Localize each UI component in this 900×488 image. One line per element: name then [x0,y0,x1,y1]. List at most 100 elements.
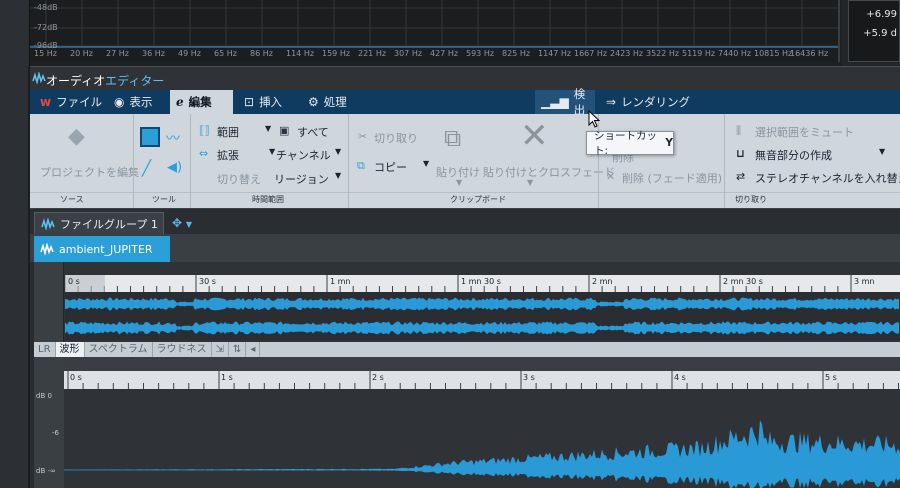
sync-icon[interactable]: ⇅ [229,342,247,357]
tab-file[interactable]: w ファイル [34,90,108,114]
overview-waveform[interactable] [65,292,900,340]
waveform-icon [32,72,46,84]
group-label-tools: ツール [152,195,176,204]
level-box: +6.99 +5.9 d [848,0,900,62]
add-tab-icon[interactable]: ✥ ▼ [172,216,192,230]
spectrum-analyzer: -48dB -72dB -96dB 15 Hz 20 Hz 27 Hz 36 Hz 49… [0,0,900,66]
expand-button[interactable]: 拡張 [217,147,239,163]
tab-view[interactable]: ◉ 表示 [108,90,158,114]
group-label-time-range: 時間範囲 [252,195,284,204]
project-edit-icon: ◆ [68,124,85,149]
main-time-ruler[interactable]: 0 s 1 s 2 s 3 s 4 s 5 s [64,371,900,389]
overview-time-ruler[interactable]: 0 s 30 s 1 mn 1 mn 30 s 2 mn 2 mn 30 s 3 mn [64,275,900,292]
waveform-icon [40,243,54,255]
frequency-label: 36 Hz [142,49,165,58]
range-tool-button[interactable] [140,127,160,147]
outer-left-panel [0,66,30,488]
view-tabs: LR 波形 スペクトラム ラウドネス ⇲ ⇅ ◂ [34,342,900,357]
tab-loudness[interactable]: ラウドネス [153,342,212,357]
frequency-label: 3522 Hz [646,49,680,58]
toggle-button[interactable]: 切り替え [217,171,261,187]
waveform-icon [41,218,55,230]
level-value: +5.9 d [863,28,897,39]
channel-dropdown-arrow-icon[interactable]: ▼ [269,147,275,156]
process-icon: ⚙ [308,95,319,109]
frequency-label: 49 Hz [178,49,201,58]
insert-icon: ⊡ [244,95,255,109]
tab-edit[interactable]: e 編集 [170,90,233,114]
overview-tick-label: 2 mn 30 s [723,277,763,286]
db-axis-label: -6 [52,429,59,437]
dropdown-arrow-icon[interactable]: ▼ [335,147,341,156]
copy-button[interactable]: コピー [374,159,407,175]
frequency-label: 20 Hz [70,49,93,58]
view-option-icon[interactable]: ⇲ [212,342,229,357]
db-axis-label: dB -∞ [36,467,56,475]
tab-render[interactable]: ⇒ レンダリング [600,90,696,114]
editor-title: オーディオエディター [46,72,164,89]
project-edit-button[interactable]: プロジェクトを編集 [40,164,139,180]
select-all-button[interactable]: すべて [297,124,329,140]
main-channel-wave [64,420,900,488]
group-label-clipboard: クリップボード [450,195,506,204]
paste-dropdown-icon[interactable]: ▼ [456,178,462,187]
speaker-tool-icon[interactable]: ◀) [167,160,182,175]
tab-waveform[interactable]: 波形 [55,342,85,357]
swap-stereo-button[interactable]: ステレオチャンネルを入れ替え [755,170,900,186]
frequency-label: 27 Hz [106,49,129,58]
ribbon-separator [190,114,191,208]
tab-analyze[interactable]: ▁▃▆ 検出 [535,87,595,117]
menu-tab-bar: w ファイル ◉ 表示 e 編集 ⊡ 挿入 ⚙ 処理 ▁▃▆ 検出 ⇒ レンダリ… [30,87,900,117]
frequency-label: 2423 Hz [610,49,644,58]
tab-view-label: 表示 [129,95,153,109]
swap-icon: ⇄ [736,170,746,183]
main-tick-label: 3 s [523,373,535,382]
tab-file-label: ファイル [56,95,103,109]
overview-tick-label: 3 mn [854,277,875,286]
region-button[interactable]: リージョン [274,171,329,187]
tab-process[interactable]: ⚙ 処理 [302,90,353,114]
frequency-label: 593 Hz [466,49,495,58]
analyze-icon: ▁▃▆ [541,95,569,109]
file-tab[interactable]: ambient_JUPITER [34,236,170,262]
frequency-label: 65 Hz [214,49,237,58]
tab-spectrum[interactable]: スペクトラム [85,342,153,357]
paste-crossfade-button[interactable]: 貼り付けとクロスフェード [483,164,615,180]
scroll-left-icon[interactable]: ◂ [246,342,261,357]
tab-edit-label: 編集 [188,95,212,109]
db-axis-label: dB 0 [36,392,52,400]
cut-button[interactable]: 切り取り [374,130,418,146]
pencil-tool-icon[interactable]: ╱ [142,159,151,177]
wave-tool-icon[interactable]: 〰 [166,128,180,148]
overview-waveform-graphic [65,297,899,335]
channel-button[interactable]: チャンネル [276,147,331,163]
paste-icon: ⧉ [444,124,462,152]
db-label: -72dB [34,23,58,32]
main-tick-label: 4 s [674,373,686,382]
dropdown-arrow-icon[interactable]: ▼ [335,171,341,180]
frequency-label: 7440 Hz [718,49,752,58]
eye-icon: ◉ [114,95,125,109]
mute-selection-button[interactable]: 選択範囲をミュート [755,124,854,140]
tooltip-label: ショートカット: [594,130,657,157]
overview-channel-wave [65,321,899,335]
file-tab-label: ambient_JUPITER [59,242,153,256]
dropdown-arrow-icon[interactable]: ▼ [265,124,271,133]
crossfade-dropdown-icon[interactable]: ▼ [527,178,533,187]
create-silence-button[interactable]: 無音部分の作成 [755,147,832,163]
main-tick-label: 1 s [221,373,233,382]
dropdown-arrow-icon[interactable]: ▼ [879,147,885,156]
dropdown-arrow-icon[interactable]: ▼ [423,159,429,168]
tab-lr[interactable]: LR [34,342,56,357]
group-label-source: ソース [60,195,84,204]
frequency-label: 15 Hz [34,49,57,58]
main-tick-label: 0 s [70,373,82,382]
overview-tick-label: 0 s [68,277,80,286]
tab-render-label: レンダリング [621,95,691,109]
main-waveform-graphic [64,420,900,488]
range-button[interactable]: 範囲 [217,124,239,140]
delete-fade-button[interactable]: 削除 (フェード適用) [622,170,722,186]
tab-insert[interactable]: ⊡ 挿入 [238,90,288,114]
file-group-tab[interactable]: ファイルグループ 1 [34,212,164,235]
main-waveform[interactable] [64,389,900,488]
